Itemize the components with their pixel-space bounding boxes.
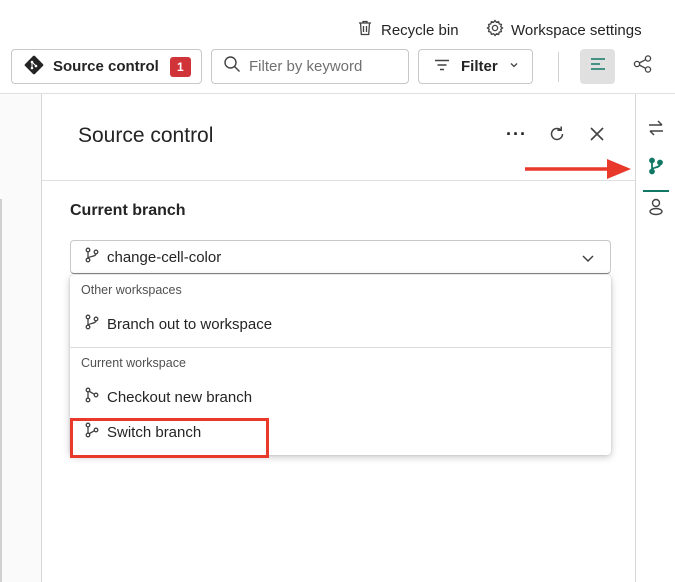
branch-dropdown[interactable]: change-cell-color bbox=[70, 240, 611, 274]
branch-icon bbox=[83, 246, 101, 268]
close-icon bbox=[587, 127, 607, 148]
source-control-button[interactable]: Source control 1 bbox=[11, 49, 202, 84]
branch-icon bbox=[83, 313, 101, 335]
switch-branch-label: Switch branch bbox=[107, 423, 202, 441]
changes-tab[interactable] bbox=[645, 119, 667, 141]
git-icon bbox=[24, 55, 44, 79]
filter-button[interactable]: Filter bbox=[418, 49, 533, 84]
branch-out-to-workspace-item[interactable]: Branch out to workspace bbox=[70, 307, 611, 341]
more-options-button[interactable]: ··· bbox=[506, 124, 527, 148]
switch-branch-item[interactable]: Switch branch bbox=[70, 415, 611, 449]
toolbar-divider bbox=[558, 52, 559, 82]
gear-icon bbox=[485, 18, 505, 42]
branches-tab[interactable] bbox=[645, 157, 667, 179]
workspace-settings-link[interactable]: Workspace settings bbox=[485, 16, 642, 44]
storage-icon bbox=[646, 197, 666, 222]
branch-new-icon bbox=[83, 386, 101, 408]
list-view-icon bbox=[588, 54, 608, 79]
branch-switch-icon bbox=[83, 421, 101, 443]
filter-keyword-field[interactable] bbox=[211, 49, 409, 84]
chevron-down-icon bbox=[508, 58, 520, 75]
changes-count-badge: 1 bbox=[169, 56, 191, 77]
branch-menu: Other workspaces Branch out to workspace… bbox=[70, 275, 611, 455]
recycle-bin-link[interactable]: Recycle bin bbox=[355, 16, 459, 44]
top-bar: Recycle bin Workspace settings Source co… bbox=[0, 0, 675, 94]
current-branch-heading: Current branch bbox=[70, 202, 186, 219]
callout-arrow bbox=[525, 159, 631, 179]
workspace-list-pane bbox=[0, 94, 42, 582]
source-control-label: Source control bbox=[53, 58, 159, 75]
checkout-new-branch-item[interactable]: Checkout new branch bbox=[70, 380, 611, 414]
right-rail bbox=[635, 94, 675, 582]
swap-icon bbox=[646, 118, 666, 143]
selected-branch: change-cell-color bbox=[107, 248, 222, 266]
recycle-bin-label: Recycle bin bbox=[381, 21, 459, 39]
filter-keyword-input[interactable] bbox=[249, 58, 399, 75]
refresh-icon bbox=[547, 126, 567, 148]
lineage-view-button[interactable] bbox=[625, 49, 660, 84]
active-tab-indicator bbox=[643, 190, 669, 192]
menu-divider bbox=[70, 347, 611, 348]
branch-icon bbox=[646, 156, 666, 181]
workspace-list-edge bbox=[0, 199, 42, 582]
chevron-down-icon bbox=[580, 250, 596, 270]
filter-icon bbox=[433, 56, 451, 78]
list-view-button[interactable] bbox=[580, 49, 615, 84]
workspace-settings-label: Workspace settings bbox=[511, 21, 642, 39]
lineage-icon bbox=[632, 53, 654, 80]
branch-out-label: Branch out to workspace bbox=[107, 315, 273, 333]
storage-tab[interactable] bbox=[645, 198, 667, 220]
menu-group-current-workspace: Current workspace bbox=[81, 356, 186, 370]
checkout-new-branch-label: Checkout new branch bbox=[107, 388, 253, 406]
search-icon bbox=[223, 55, 241, 78]
recycle-bin-icon bbox=[355, 18, 375, 42]
filter-label: Filter bbox=[461, 58, 498, 75]
close-button[interactable] bbox=[587, 124, 607, 148]
panel-title: Source control bbox=[78, 124, 214, 147]
refresh-button[interactable] bbox=[547, 124, 567, 148]
menu-group-other-workspaces: Other workspaces bbox=[81, 283, 182, 297]
